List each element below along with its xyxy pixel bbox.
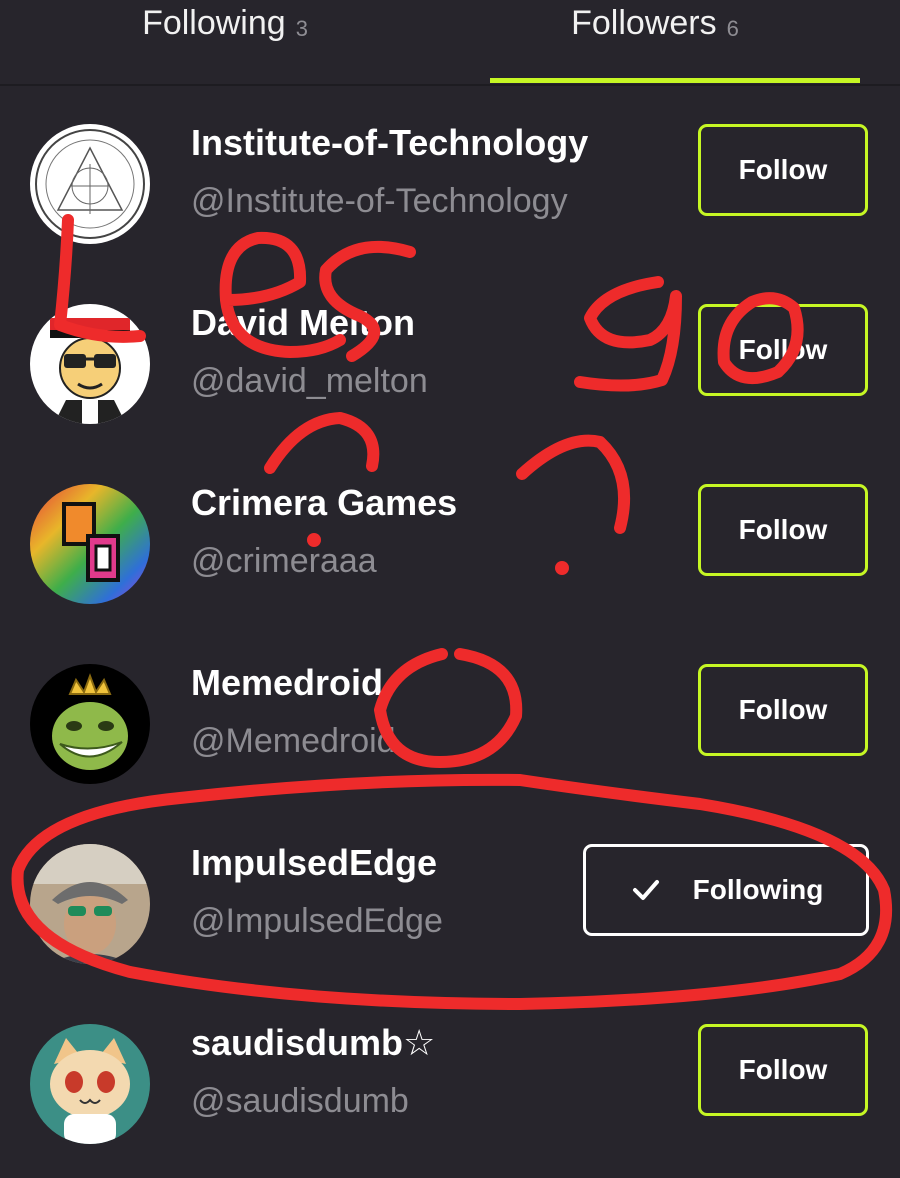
user-handle: @Memedroid	[191, 722, 396, 760]
user-name[interactable]: Memedroid	[191, 662, 383, 704]
tab-following[interactable]: Following 3	[20, 0, 430, 84]
list-item[interactable]: Crimera Games @crimeraaa Follow	[0, 458, 900, 638]
user-handle: @ImpulsedEdge	[191, 902, 443, 940]
user-name[interactable]: Crimera Games	[191, 482, 457, 524]
following-button-label: Following	[692, 874, 824, 905]
pixel-logo-avatar[interactable]	[30, 484, 150, 604]
tab-following-count: 3	[295, 16, 308, 41]
tab-followers-count: 6	[726, 16, 739, 41]
institute-seal-avatar[interactable]	[30, 124, 150, 244]
cartoon-face-avatar[interactable]	[30, 304, 150, 424]
list-item[interactable]: Institute-of-Technology @Institute-of-Te…	[0, 98, 900, 278]
tab-followers-label: Followers	[571, 4, 717, 42]
cat-character-avatar[interactable]	[30, 1024, 150, 1144]
user-name[interactable]: saudisdumb☆	[191, 1022, 435, 1064]
user-name[interactable]: Institute-of-Technology	[191, 122, 588, 164]
follow-button[interactable]: Follow	[698, 124, 868, 216]
checkmark-icon	[632, 880, 659, 900]
list-item[interactable]: ImpulsedEdge @ImpulsedEdge Following	[0, 818, 900, 998]
follow-button[interactable]: Follow	[698, 304, 868, 396]
list-item[interactable]: Memedroid @Memedroid Follow	[0, 638, 900, 818]
list-item[interactable]: David Melton @david_melton Follow	[0, 278, 900, 458]
follow-button[interactable]: Follow	[698, 1024, 868, 1116]
user-handle: @crimeraaa	[191, 542, 377, 580]
user-name[interactable]: ImpulsedEdge	[191, 842, 437, 884]
active-tab-indicator	[490, 78, 860, 83]
following-button[interactable]: Following	[583, 844, 869, 936]
user-handle: @david_melton	[191, 362, 428, 400]
tab-following-label: Following	[142, 4, 286, 42]
user-handle: @saudisdumb	[191, 1082, 409, 1120]
trollface-king-avatar[interactable]	[30, 664, 150, 784]
user-name[interactable]: David Melton	[191, 302, 415, 344]
follow-button[interactable]: Follow	[698, 484, 868, 576]
follow-button[interactable]: Follow	[698, 664, 868, 756]
photo-person-avatar[interactable]	[30, 844, 150, 964]
user-handle: @Institute-of-Technology	[191, 182, 568, 220]
tab-followers[interactable]: Followers 6	[450, 0, 860, 84]
list-item[interactable]: saudisdumb☆ @saudisdumb Follow	[0, 998, 900, 1178]
follow-tabs: Following 3 Followers 6	[0, 0, 900, 86]
